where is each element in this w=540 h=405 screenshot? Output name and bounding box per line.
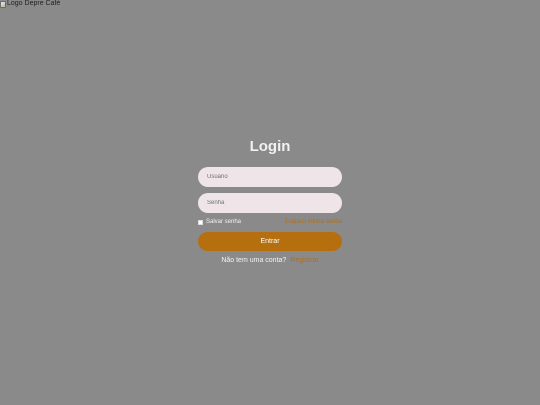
page-title: Login [249,138,291,155]
options-row: Salvar senha Esqueci minha senha [198,218,342,226]
logo-alt-text: Logo Depre Café [7,0,61,7]
remember-password-checkbox[interactable] [198,219,203,225]
register-row: Não tem uma conta? Registrar [198,257,342,264]
register-prompt: Não tem uma conta? [221,257,287,264]
password-input[interactable] [198,193,342,213]
username-input[interactable] [198,167,342,187]
remember-password-label: Salvar senha [206,219,242,225]
logo: Logo Depre Café [0,0,60,8]
forgot-password-link[interactable]: Esqueci minha senha [285,219,342,225]
login-card: Login Salvar senha Esqueci minha senha E… [198,138,342,264]
broken-image-icon [0,0,6,8]
register-link[interactable]: Registrar [290,257,318,264]
submit-button[interactable]: Entrar [198,232,342,251]
login-page: Logo Depre Café Login Salvar senha Esque… [0,0,540,405]
remember-password-control[interactable]: Salvar senha [198,219,241,225]
